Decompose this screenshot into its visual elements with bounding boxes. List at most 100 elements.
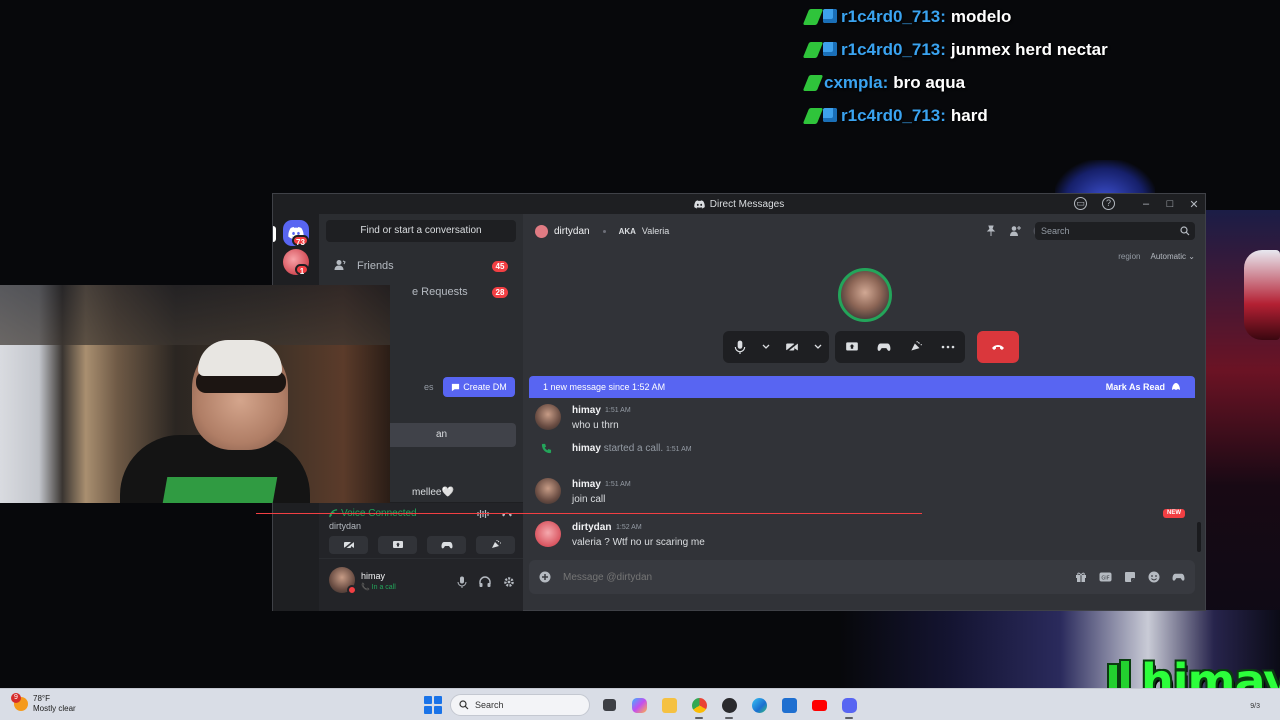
chevron-down-icon[interactable] — [761, 336, 771, 358]
message-author[interactable]: himay — [572, 405, 601, 416]
chat-username: r1c4rd0_713: — [841, 6, 946, 26]
screen-share-button[interactable] — [841, 336, 863, 358]
message-text: valeria ? Wtf no ur scaring me — [572, 537, 705, 548]
gif-icon[interactable]: GIF — [1099, 571, 1112, 583]
call-started-text: himay started a call. 1:51 AM — [572, 443, 692, 454]
maximize-button[interactable]: □ — [1163, 198, 1177, 210]
emoji-icon[interactable] — [1148, 571, 1160, 583]
message-input[interactable] — [563, 571, 1033, 583]
sub-badge-icon — [802, 8, 824, 25]
message-author[interactable]: dirtydan — [572, 522, 611, 533]
avatar[interactable] — [535, 478, 561, 504]
region-value: Automatic ⌄ — [1150, 252, 1195, 261]
camera-toggle-button[interactable] — [781, 336, 803, 358]
chat-line: r1c4rd0_713: modelo — [802, 0, 1276, 33]
chrome-icon[interactable] — [688, 694, 710, 719]
soundboard-icon — [491, 540, 501, 548]
youtube-icon[interactable] — [808, 694, 830, 716]
call-participant-avatar[interactable] — [838, 268, 892, 322]
edge-icon[interactable] — [748, 694, 770, 716]
sidebar-item-label: Friends — [357, 260, 394, 272]
find-conversation-input[interactable]: Find or start a conversation — [326, 220, 516, 242]
weather-widget[interactable]: 9 78°F Mostly clear — [11, 693, 76, 714]
mark-as-read-button[interactable]: Mark As Read — [1106, 382, 1181, 392]
hang-up-button[interactable] — [977, 331, 1019, 363]
taskbar-search[interactable]: Search — [450, 694, 590, 716]
taskbar-apps: Search — [424, 693, 860, 719]
voice-channel-name[interactable]: dirtydan — [329, 521, 361, 531]
chat-message: modelo — [950, 6, 1012, 26]
attach-plus-icon[interactable] — [539, 571, 551, 583]
more-options-icon[interactable] — [937, 336, 959, 358]
chevron-down-icon[interactable] — [813, 336, 823, 358]
sidebar-item-friends[interactable]: Friends 45 — [326, 253, 516, 279]
noise-suppression-icon[interactable] — [477, 509, 489, 522]
message-timestamp: 1:51 AM — [605, 481, 631, 488]
requests-count-badge: 28 — [492, 286, 508, 298]
aka-label: AKA — [618, 226, 636, 236]
region-label: region — [1118, 252, 1141, 261]
user-panel: himay 📞 In a call — [319, 559, 523, 611]
avatar[interactable] — [535, 521, 561, 547]
region-selector[interactable]: region Automatic ⌄ — [1118, 252, 1195, 261]
selected-indicator — [273, 226, 276, 242]
dm-recipient-name[interactable]: dirtydan — [554, 226, 590, 237]
avatar[interactable] — [535, 404, 561, 430]
add-friends-to-dm-icon[interactable] — [1009, 224, 1021, 242]
microphone-icon[interactable] — [457, 575, 467, 593]
minimize-button[interactable]: – — [1139, 198, 1153, 210]
discord-taskbar-icon[interactable] — [838, 694, 860, 719]
create-dm-button[interactable]: Create DM — [443, 377, 515, 397]
pin-icon[interactable] — [985, 224, 997, 242]
soundboard-button[interactable] — [476, 536, 515, 554]
gamepad-icon — [877, 343, 891, 351]
sub-badge-icon — [802, 41, 824, 58]
task-view-icon[interactable] — [598, 694, 620, 716]
aka-alias: Valeria — [641, 226, 670, 236]
message-author[interactable]: himay — [572, 479, 601, 490]
store-icon[interactable] — [778, 694, 800, 716]
inbox-icon[interactable]: ▭ — [1074, 197, 1087, 210]
copilot-icon[interactable] — [628, 694, 650, 716]
chat-username: cxmpla: — [824, 72, 889, 92]
discord-window: Direct Messages ▭ ? – □ ✕ 73 1 Find or s… — [272, 193, 1206, 611]
chat-line: r1c4rd0_713: junmex herd nectar — [802, 33, 1276, 66]
gift-icon[interactable] — [1075, 571, 1087, 583]
separator-dot — [602, 229, 606, 233]
chat-username: r1c4rd0_713: — [841, 105, 946, 125]
voice-connected-panel: Voice Connected dirtydan — [319, 502, 523, 558]
activity-button[interactable] — [427, 536, 466, 554]
windows-start-icon[interactable] — [424, 696, 442, 714]
background-art-accent — [1244, 250, 1280, 340]
call-controls — [723, 331, 1019, 363]
soundboard-button[interactable] — [905, 336, 927, 358]
new-messages-bar[interactable]: 1 new message since 1:52 AM Mark As Read — [529, 376, 1195, 398]
screen-share-button[interactable] — [378, 536, 417, 554]
mute-button[interactable] — [729, 336, 751, 358]
server-unread-badge: 1 — [295, 264, 309, 276]
camera-toggle-button[interactable] — [329, 536, 368, 554]
new-messages-divider — [256, 513, 922, 514]
settings-gear-icon[interactable] — [503, 575, 515, 593]
status-indicator — [347, 585, 357, 595]
message-scrollbar[interactable] — [1197, 522, 1201, 552]
file-explorer-icon[interactable] — [658, 694, 680, 716]
phone-icon — [541, 443, 552, 454]
avatar[interactable] — [535, 224, 548, 238]
webcam-overlay — [0, 285, 390, 503]
discord-logo-icon — [694, 199, 705, 208]
headphones-icon[interactable] — [479, 575, 491, 593]
webcam-shirt-graphic — [162, 477, 278, 503]
search-input[interactable]: Search — [1035, 222, 1195, 240]
cube-badge-icon — [823, 8, 837, 23]
apps-gamepad-icon[interactable] — [1172, 571, 1185, 583]
user-status-text: 📞 In a call — [361, 584, 396, 591]
chat-message: bro aqua — [893, 72, 966, 92]
disconnect-icon[interactable] — [501, 509, 513, 522]
activity-button[interactable] — [873, 336, 895, 358]
obs-icon[interactable] — [718, 694, 740, 719]
help-icon[interactable]: ? — [1102, 197, 1115, 210]
close-button[interactable]: ✕ — [1187, 198, 1201, 211]
sticker-icon[interactable] — [1124, 571, 1136, 583]
window-title: Direct Messages — [709, 198, 785, 210]
